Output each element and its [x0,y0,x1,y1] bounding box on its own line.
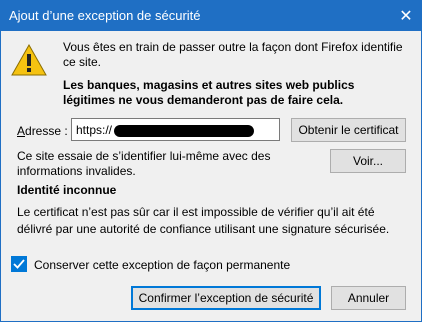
checkmark-icon [13,259,25,269]
redacted-url [114,124,255,137]
warning-text: Les banques, magasins et autres sites we… [63,78,355,107]
view-button[interactable]: Voir... [330,149,406,173]
get-certificate-button[interactable]: Obtenir le certificat [291,118,406,142]
cancel-label: Annuler [347,291,390,305]
warning-triangle-icon [11,44,47,76]
address-value: https:// [76,123,113,137]
address-label: Adresse : [17,124,68,138]
dialog-content: Vous êtes en train de passer outre la fa… [1,31,421,321]
window-title: Ajout d’une exception de sécurité [9,8,201,23]
cancel-button[interactable]: Annuler [331,286,406,310]
close-icon: ✕ [399,8,413,25]
title-bar[interactable]: Ajout d’une exception de sécurité ✕ [1,1,421,31]
identity-description: Le certificat n’est pas sûr car il est i… [17,205,390,236]
permanent-checkbox-label[interactable]: Conserver cette exception de façon perma… [34,258,290,272]
close-button[interactable]: ✕ [391,1,421,31]
view-label: Voir... [352,154,384,168]
message-block: Vous êtes en train de passer outre la fa… [63,40,408,108]
status-info-text: Ce site essaie de s’identifier lui-même … [17,149,271,178]
intro-text: Vous êtes en train de passer outre la fa… [63,40,403,69]
confirm-exception-button[interactable]: Confirmer l’exception de sécurité [131,286,321,310]
permanent-checkbox[interactable] [11,256,27,272]
get-certificate-label: Obtenir le certificat [298,123,399,137]
address-input[interactable]: https:// [71,118,280,141]
confirm-label: Confirmer l’exception de sécurité [138,291,314,305]
security-exception-dialog: Ajout d’une exception de sécurité ✕ Vous… [0,0,422,322]
identity-heading: Identité inconnue [17,183,117,197]
